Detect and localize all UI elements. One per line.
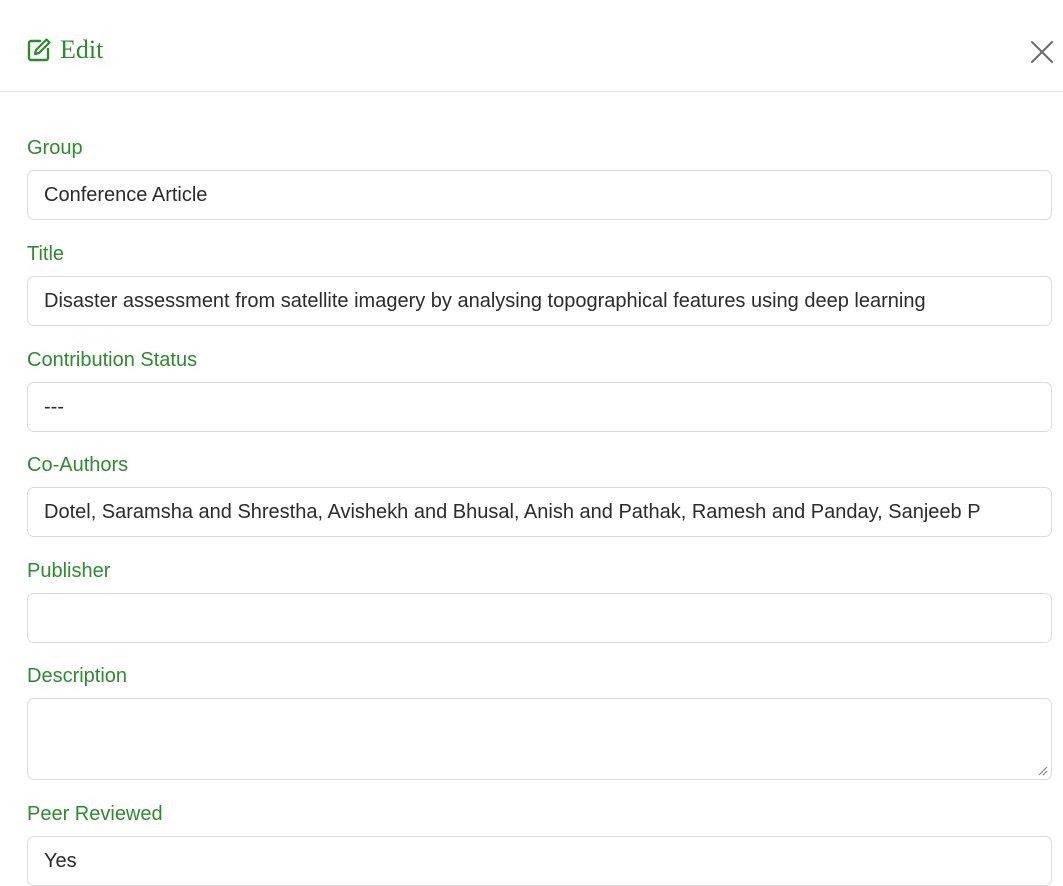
peer-reviewed-select[interactable]: Yes [27,836,1052,886]
co-authors-label: Co-Authors [27,454,129,476]
group-label: Group [27,137,83,159]
group-value: Conference Article [44,183,208,206]
contribution-status-value: --- [44,395,64,418]
modal-title: Edit [26,34,103,66]
publisher-label: Publisher [27,560,111,582]
peer-reviewed-value: Yes [44,849,77,872]
modal-header: Edit [0,0,1063,92]
publisher-input[interactable] [27,593,1052,643]
close-button[interactable] [1028,38,1056,66]
group-select[interactable]: Conference Article [27,170,1052,220]
contribution-status-label: Contribution Status [27,349,198,371]
resize-handle-icon[interactable] [1036,764,1048,776]
co-authors-value: Dotel, Saramsha and Shrestha, Avishekh a… [44,500,981,523]
peer-reviewed-label: Peer Reviewed [27,803,163,825]
description-label: Description [27,665,128,687]
title-input[interactable]: Disaster assessment from satellite image… [27,276,1052,326]
co-authors-input[interactable]: Dotel, Saramsha and Shrestha, Avishekh a… [27,487,1052,537]
modal-title-text: Edit [60,35,104,64]
edit-icon [26,37,52,63]
title-value: Disaster assessment from satellite image… [44,289,926,312]
description-textarea[interactable] [27,698,1052,780]
close-icon [1028,38,1056,66]
title-label: Title [27,243,65,265]
contribution-status-select[interactable]: --- [27,382,1052,432]
